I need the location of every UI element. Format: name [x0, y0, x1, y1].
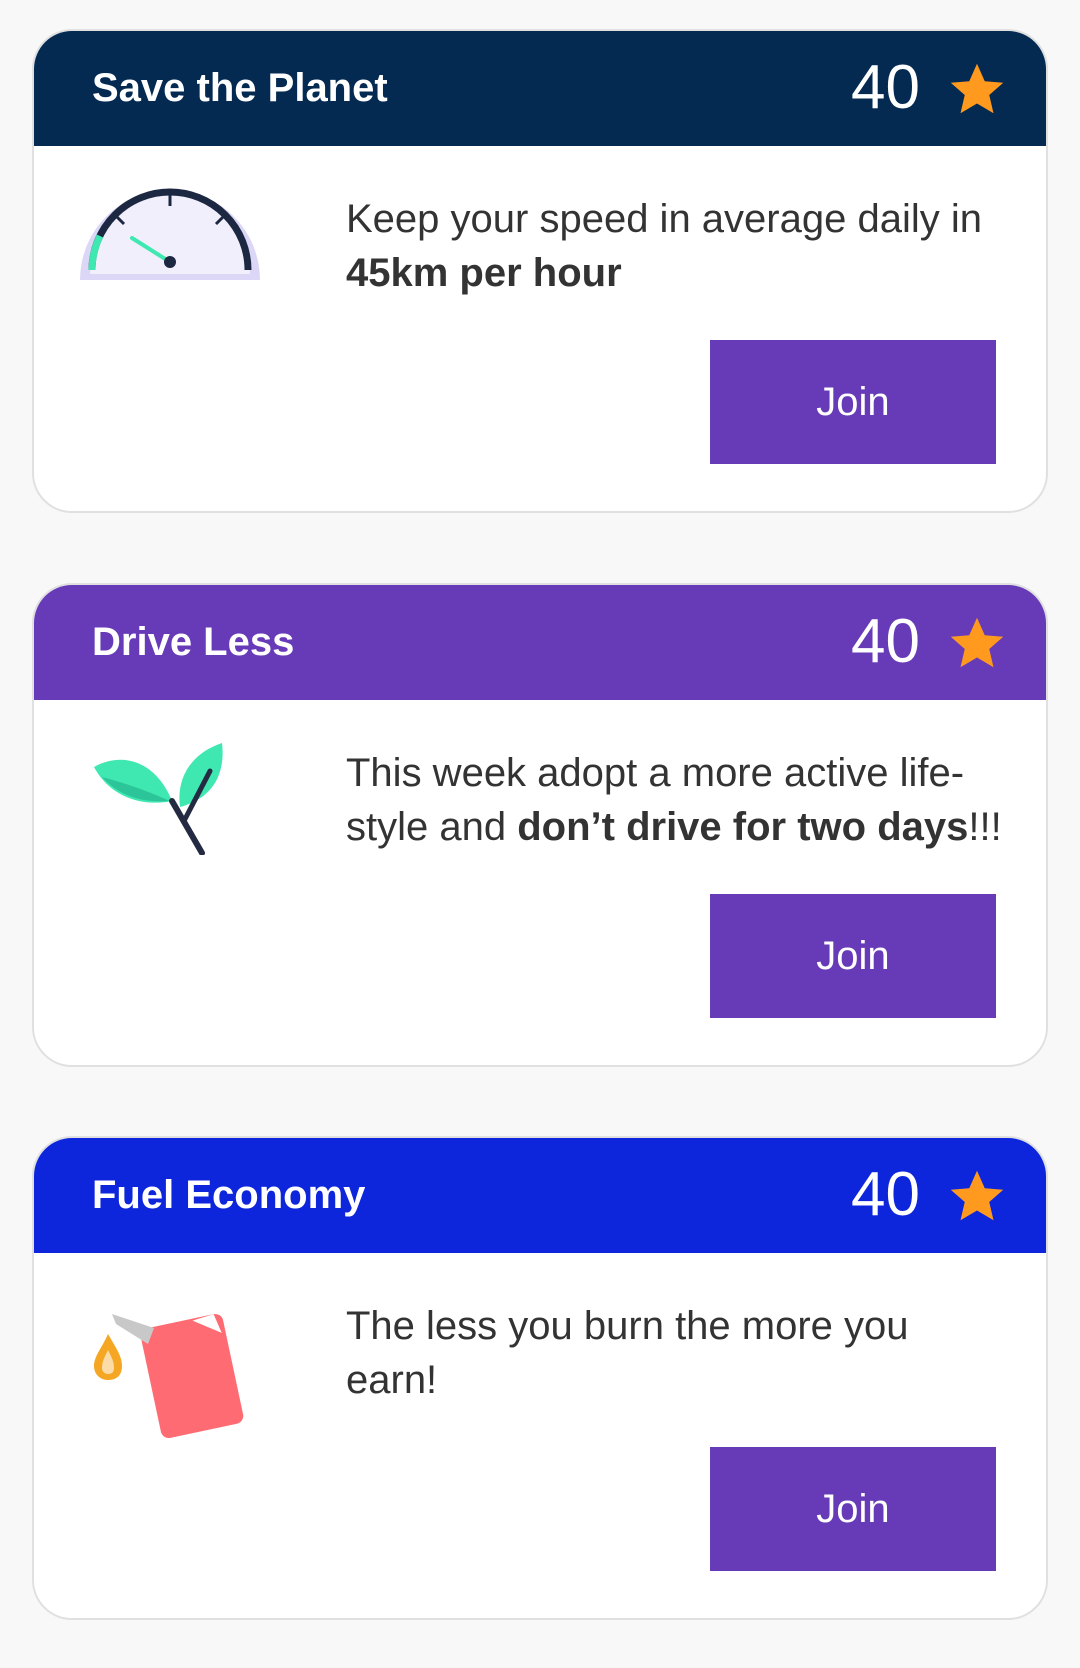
card-header: Fuel Economy 40: [34, 1138, 1046, 1253]
challenges-list: Save the Planet 40 Keep your speed in av…: [0, 0, 1080, 1668]
card-header: Save the Planet 40: [34, 31, 1046, 146]
description-text: The less you burn the more you earn!: [346, 1304, 909, 1402]
points-value: 40: [851, 607, 920, 676]
star-icon: [950, 63, 1004, 114]
description-suffix: !!!: [968, 805, 1002, 849]
join-button[interactable]: Join: [710, 340, 996, 464]
points-value: 40: [851, 1160, 920, 1229]
description-highlight: 45km per hour: [346, 251, 622, 295]
card-title: Drive Less: [92, 620, 295, 664]
challenge-description: This week adopt a more active life-style…: [346, 746, 1006, 854]
star-icon: [950, 1170, 1004, 1221]
description-text: Keep your speed in average daily in: [346, 197, 982, 241]
join-button[interactable]: Join: [710, 894, 996, 1018]
card-title: Save the Planet: [92, 66, 388, 110]
star-icon: [950, 617, 1004, 668]
points-value: 40: [851, 53, 920, 122]
speedometer-icon: [80, 188, 260, 280]
fuel-can-icon: [94, 1313, 244, 1439]
challenge-card-save-the-planet: Save the Planet 40 Keep your speed in av…: [32, 29, 1048, 513]
challenge-description: The less you burn the more you earn!: [346, 1299, 1006, 1407]
challenge-description: Keep your speed in average daily in 45km…: [346, 192, 1006, 300]
card-header: Drive Less 40: [34, 585, 1046, 700]
card-title: Fuel Economy: [92, 1173, 366, 1217]
challenge-card-fuel-economy: Fuel Economy 40 The less you burn the mo…: [32, 1136, 1048, 1620]
leaf-sprout-icon: [94, 743, 223, 855]
join-button[interactable]: Join: [710, 1447, 996, 1571]
challenge-card-drive-less: Drive Less 40 This week adopt a more act…: [32, 583, 1048, 1067]
description-highlight: don’t drive for two days: [517, 805, 969, 849]
